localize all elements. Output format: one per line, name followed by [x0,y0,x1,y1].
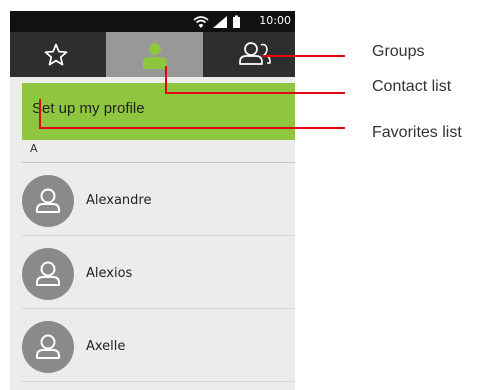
signal-icon [213,16,227,28]
avatar [22,175,74,227]
profile-banner[interactable]: Set up my profile [22,83,295,140]
callout-label-groups: Groups [372,43,425,60]
avatar [22,248,74,300]
section-header: A [30,142,38,155]
contact-row[interactable]: Alexandre [10,163,295,236]
avatar [22,321,74,373]
contact-row[interactable]: Alexios [10,236,295,309]
callout-label-contacts: Contact list [372,78,452,95]
phone-screen: 10:00 Set up my profile A Alexandre Alex… [10,11,295,390]
battery-icon [233,15,240,28]
person-icon [143,43,167,69]
wifi-icon [193,16,209,28]
callout-label-favorites: Favorites list [372,124,462,141]
contact-row[interactable]: Axelle [10,309,295,382]
status-icons [193,15,240,28]
group-icon [239,42,271,65]
profile-label: Set up my profile [32,100,145,117]
status-time: 10:00 [259,14,291,27]
contact-name: Axelle [86,339,126,354]
star-icon [44,43,68,66]
status-bar: 10:00 [10,11,295,32]
contact-name: Alexandre [86,193,152,208]
stage: 10:00 Set up my profile A Alexandre Alex… [0,0,490,390]
tab-contacts[interactable] [106,32,203,77]
row-divider [22,381,295,382]
tab-bar [10,32,295,77]
person-outline-icon [36,188,60,213]
person-outline-icon [36,334,60,359]
contact-name: Alexios [86,266,133,281]
contact-list: Alexandre Alexios Axelle [10,163,295,382]
tab-groups[interactable] [203,32,295,77]
tab-favorites[interactable] [10,32,106,77]
person-outline-icon [36,261,60,286]
